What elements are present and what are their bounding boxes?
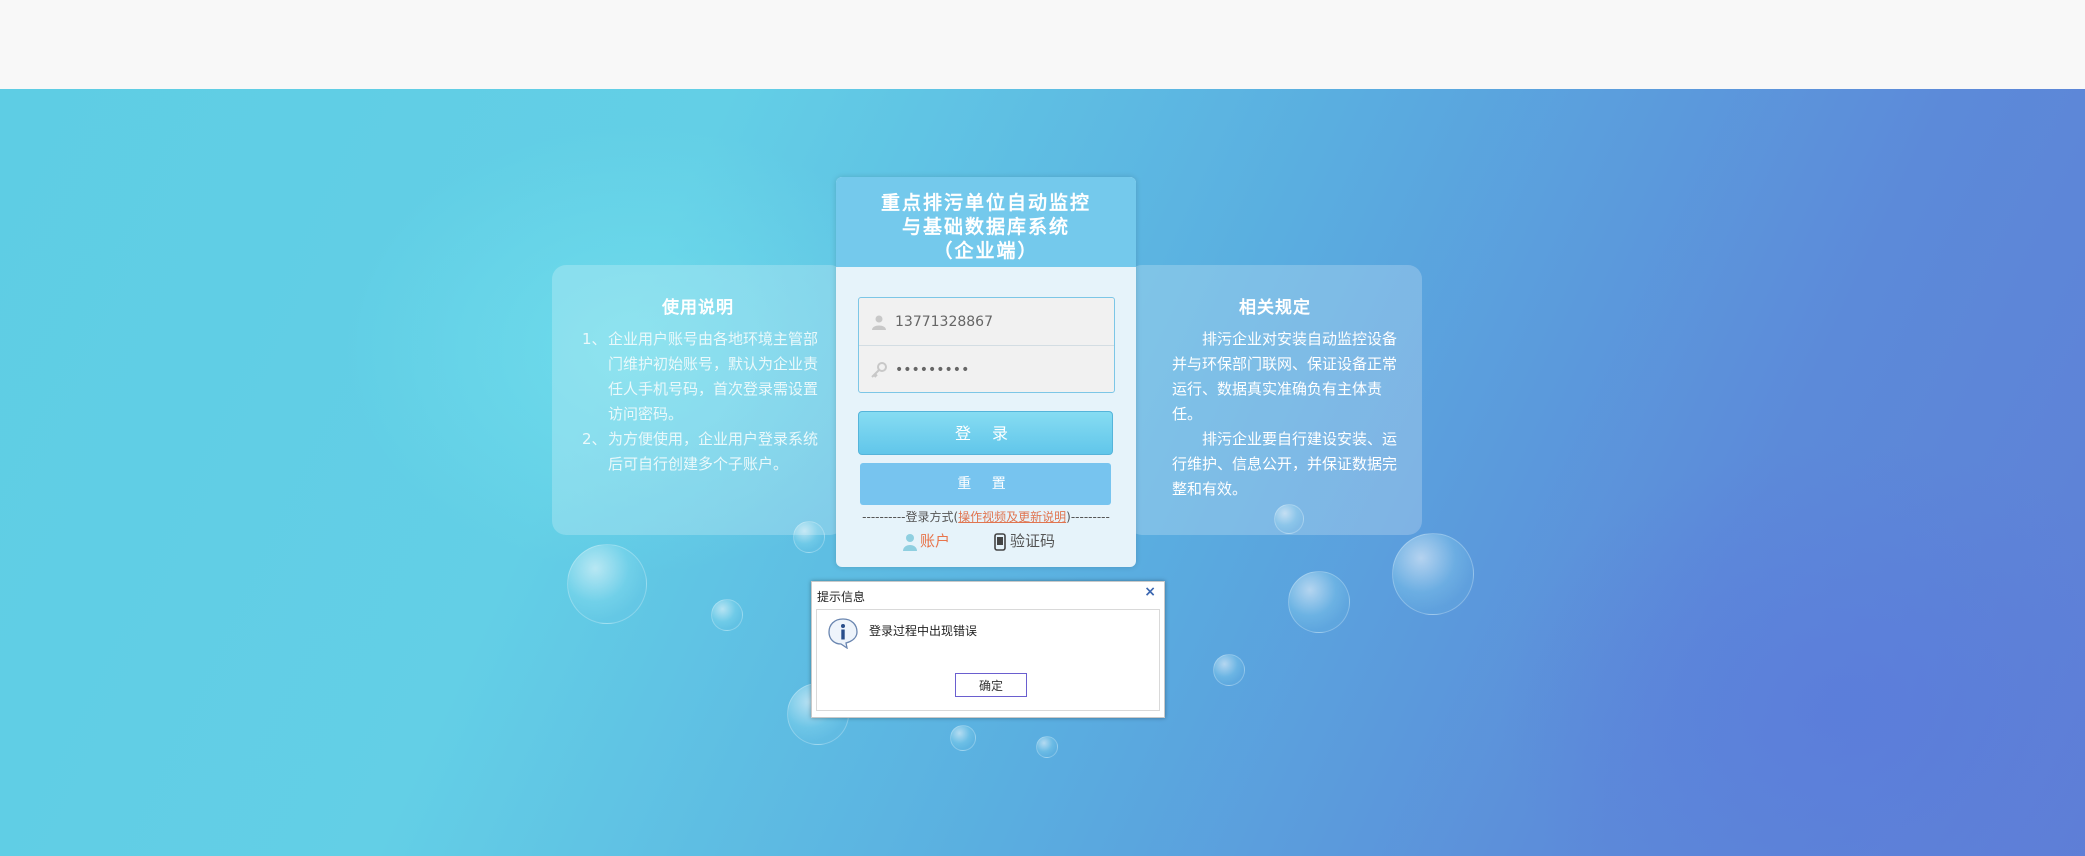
key-icon [871, 362, 887, 378]
login-method-prefix: ----------登录方式( [862, 510, 959, 524]
credentials-group [858, 297, 1115, 393]
dialog-body: 登录过程中出现错误 确定 [816, 609, 1160, 711]
usage-title: 使用说明 [662, 298, 734, 318]
usage-item-number: 2、 [582, 430, 607, 448]
rules-paragraph: 排污企业对安装自动监控设备并与环保部门联网、保证设备正常运行、数据真实准确负有主… [1172, 330, 1398, 423]
username-input[interactable] [893, 310, 1107, 334]
top-bar [0, 0, 2085, 89]
password-input[interactable] [893, 358, 1107, 382]
dialog-message: 登录过程中出现错误 [869, 624, 978, 638]
rules-paragraph: 排污企业要自行建设安装、运行维护、信息公开，并保证数据完整和有效。 [1172, 430, 1398, 498]
usage-item-text: 企业用户账号由各地环境主管部门维护初始账号，默认为企业责任人手机号码，首次登录需… [608, 330, 819, 423]
user-icon [872, 315, 886, 330]
bubble-decoration [567, 544, 647, 624]
account-mode-label: 账户 [920, 532, 951, 550]
login-method-line: ----------登录方式(操作视频及更新说明)--------- [856, 508, 1116, 525]
system-title: 重点排污单位自动监控 与基础数据库系统 （企业端） [880, 192, 1091, 262]
login-box: 重点排污单位自动监控 与基础数据库系统 （企业端） 登 录 重 置 ------… [836, 177, 1136, 567]
login-method-suffix: )--------- [1066, 510, 1110, 524]
usage-item-number: 1、 [582, 330, 607, 348]
bubble-decoration [1288, 571, 1350, 633]
login-button[interactable]: 登 录 [858, 411, 1113, 455]
ok-button[interactable]: 确定 [955, 673, 1027, 697]
code-mode-option[interactable]: 验证码 [992, 530, 1055, 552]
password-row [859, 346, 1114, 393]
usage-panel: 使用说明 1、 企业用户账号由各地环境主管部门维护初始账号，默认为企业责任人手机号… [552, 265, 844, 535]
info-icon [828, 618, 858, 649]
bubble-decoration [1392, 533, 1474, 615]
bubble-decoration [1213, 654, 1245, 686]
usage-list: 1、 企业用户账号由各地环境主管部门维护初始账号，默认为企业责任人手机号码，首次登… [582, 327, 832, 477]
close-icon[interactable]: × [1144, 584, 1156, 600]
account-mode-option[interactable]: 账户 [902, 530, 950, 552]
bubble-decoration [1036, 736, 1058, 758]
login-modes: 账户 验证码 [902, 530, 1102, 552]
bubble-decoration [711, 599, 743, 631]
message-dialog: 提示信息 × 登录过程中出现错误 确定 [811, 581, 1165, 718]
rules-text: 排污企业对安装自动监控设备并与环保部门联网、保证设备正常运行、数据真实准确负有主… [1172, 327, 1404, 502]
usage-item: 2、 为方便使用，企业用户登录系统后可自行创建多个子账户。 [582, 427, 832, 477]
code-mode-label: 验证码 [1010, 532, 1056, 550]
help-video-link[interactable]: 操作视频及更新说明 [958, 510, 1066, 524]
usage-item: 1、 企业用户账号由各地环境主管部门维护初始账号，默认为企业责任人手机号码，首次登… [582, 327, 832, 427]
phone-icon [994, 532, 1006, 551]
bubble-decoration [950, 725, 976, 751]
usage-item-text: 为方便使用，企业用户登录系统后可自行创建多个子账户。 [608, 430, 819, 473]
person-icon [903, 533, 917, 551]
rules-title: 相关规定 [1239, 298, 1311, 318]
reset-button[interactable]: 重 置 [860, 463, 1111, 505]
username-row [859, 298, 1114, 346]
rules-panel: 相关规定 排污企业对安装自动监控设备并与环保部门联网、保证设备正常运行、数据真实… [1128, 265, 1422, 535]
login-header: 重点排污单位自动监控 与基础数据库系统 （企业端） [836, 177, 1136, 267]
dialog-title: 提示信息 [817, 590, 866, 604]
